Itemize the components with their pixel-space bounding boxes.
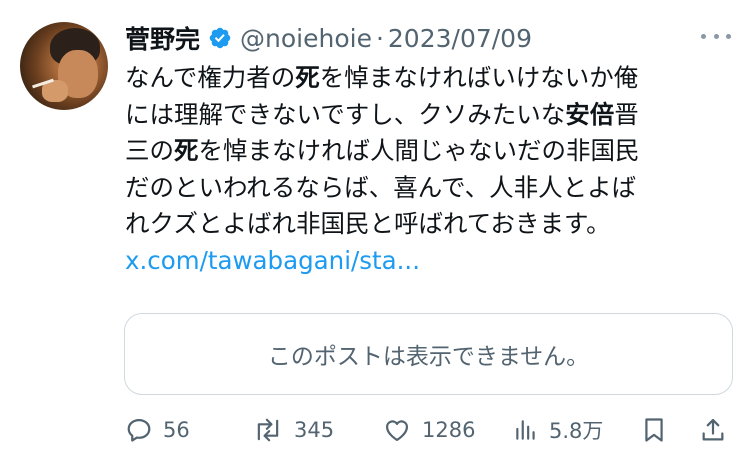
views-count: 5.8万 [549, 419, 604, 443]
quoted-post-unavailable: このポストは表示できません。 [124, 313, 733, 395]
like-icon [385, 420, 409, 442]
repost-button[interactable]: 345 [252, 410, 334, 450]
more-dots-icon[interactable] [701, 26, 731, 46]
tweet-line: なんで権力者の死を悼まなければいけないか俺 [125, 63, 639, 92]
share-button[interactable] [699, 410, 727, 450]
header-separator: · [375, 23, 384, 53]
verified-badge-icon [209, 27, 231, 49]
author-handle[interactable]: @noiehoie [240, 24, 372, 53]
tweet-link-line: x.com/tawabagani/sta... [125, 243, 735, 280]
repost-count: 345 [294, 418, 335, 442]
repost-icon [257, 418, 279, 442]
tweet-line: れクズとよばれ非国民と呼ばれておきます。 [125, 209, 611, 238]
bookmark-button[interactable] [640, 410, 668, 450]
reply-icon [127, 418, 151, 442]
views-icon [516, 420, 535, 440]
tweet-header: 菅野完 @noiehoie · 2023/07/09 [125, 18, 532, 58]
tweet-link[interactable]: x.com/tawabagani/sta... [125, 246, 420, 275]
tweet-line: 三の死を悼まなければ人間じゃないだの非国民 [125, 136, 640, 165]
author-avatar[interactable] [20, 22, 108, 110]
tweet-line: だのといわれるならば、喜んで、人非人とよば [125, 172, 637, 202]
post-date[interactable]: 2023/07/09 [388, 24, 532, 53]
share-icon [702, 418, 724, 441]
author-display-name[interactable]: 菅野完 [125, 20, 200, 56]
reply-button[interactable]: 56 [125, 410, 190, 450]
reply-count: 56 [163, 418, 190, 442]
like-button[interactable]: 1286 [382, 410, 475, 450]
quoted-post-message: このポストは表示できません。 [267, 344, 590, 370]
tweet-text: なんで権力者の死を悼まなければいけないか俺 には理解できないですし、クソみたいな… [125, 60, 735, 279]
action-bar: 56 345 1286 5.8万 [125, 410, 735, 450]
bookmark-icon [645, 418, 663, 442]
tweet-line: には理解できないですし、クソみたいな安倍晋 [125, 99, 639, 129]
views-button[interactable]: 5.8万 [513, 410, 603, 450]
like-count: 1286 [422, 418, 476, 442]
